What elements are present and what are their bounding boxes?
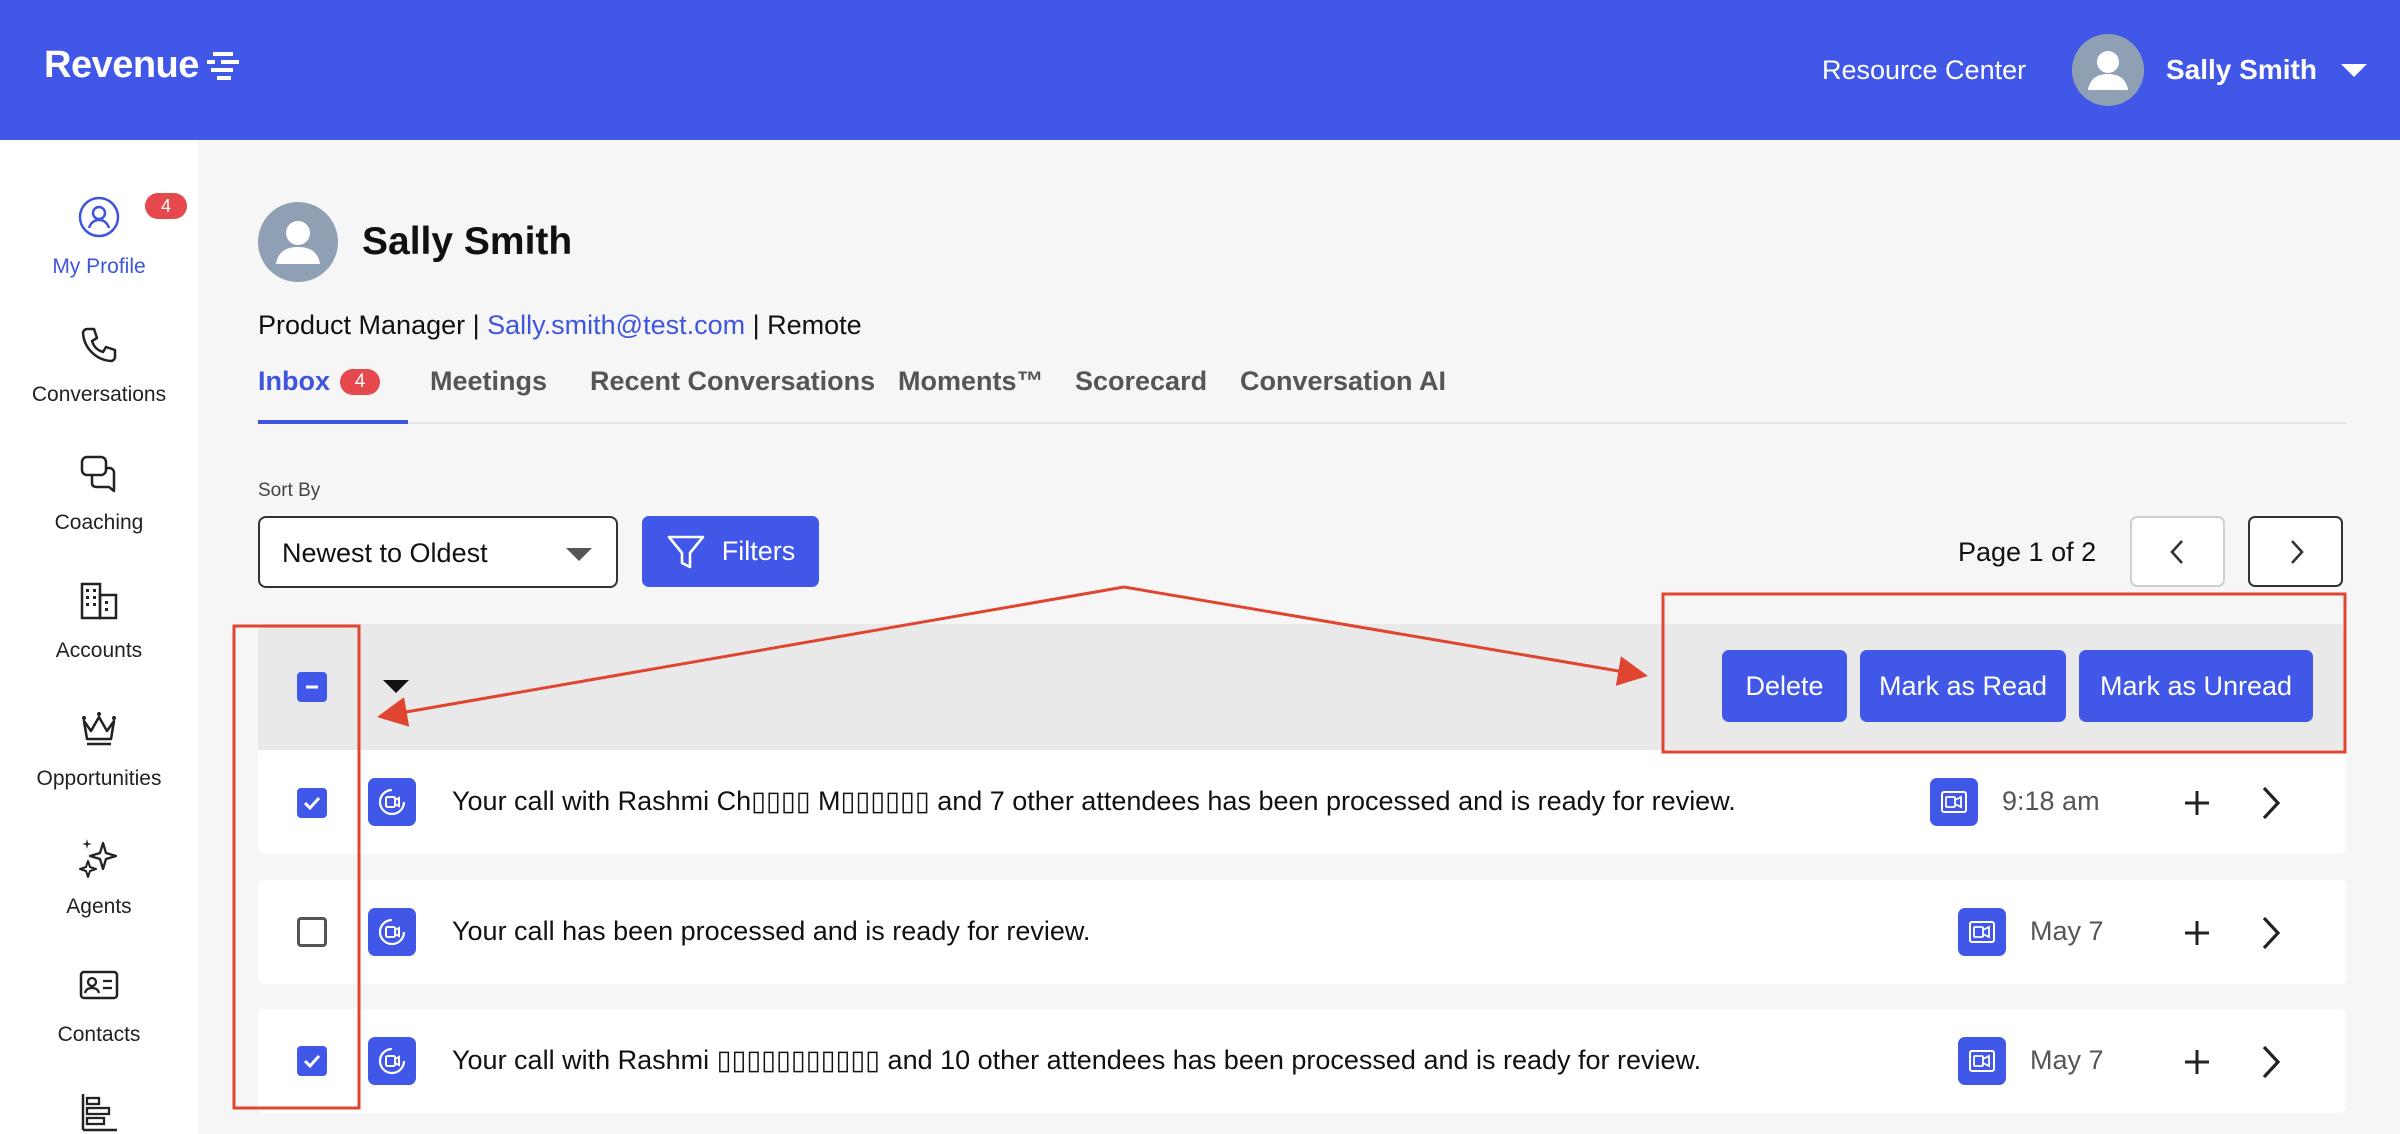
sidebar-item-label: Contacts bbox=[57, 1023, 141, 1046]
tab-bar: Inbox 4 Meetings Recent Conversations Mom… bbox=[258, 360, 2346, 424]
user-menu[interactable]: Sally Smith bbox=[2072, 34, 2367, 106]
row-timestamp: May 7 bbox=[2030, 916, 2104, 946]
call-recording-icon bbox=[368, 778, 416, 826]
profile-meta: Product Manager | Sally.smith@test.com |… bbox=[258, 310, 862, 341]
bar-chart-icon bbox=[81, 1094, 117, 1132]
checkmark-icon bbox=[303, 796, 321, 811]
chevron-down-icon bbox=[2340, 63, 2367, 77]
row-timestamp: May 7 bbox=[2030, 1045, 2104, 1075]
sidebar-item-label: Agents bbox=[66, 895, 132, 918]
checkmark-icon bbox=[303, 1054, 321, 1069]
sidebar-item-opportunities[interactable]: Opportunities bbox=[0, 707, 198, 791]
row-message[interactable]: Your call with Rashmi ▯▯▯▯▯▯▯▯▯▯▯ and 10… bbox=[452, 1045, 1701, 1076]
sort-label: Sort By bbox=[258, 480, 321, 501]
sidebar-item-label: Conversations bbox=[31, 383, 167, 406]
sidebar-item-coaching[interactable]: Coaching bbox=[0, 451, 198, 535]
user-name: Sally Smith bbox=[2166, 54, 2317, 85]
app-logo[interactable]: Revenue bbox=[44, 44, 241, 87]
profile-email-link[interactable]: Sally.smith@test.com bbox=[487, 310, 745, 340]
sidebar-item-contacts[interactable]: Contacts bbox=[0, 963, 198, 1047]
sort-select[interactable]: Newest to Oldest bbox=[258, 516, 618, 588]
active-tab-indicator bbox=[258, 420, 408, 424]
call-recording-icon bbox=[368, 908, 416, 956]
user-silhouette-icon bbox=[2088, 51, 2128, 90]
profile-title: Product Manager bbox=[258, 310, 466, 340]
plus-icon[interactable] bbox=[2182, 918, 2212, 948]
tab-recent-conversations[interactable]: Recent Conversations bbox=[590, 366, 875, 397]
logo-mark-icon bbox=[206, 51, 239, 80]
top-bar: Revenue Resource Center Sally Smith bbox=[0, 0, 2400, 140]
filters-button[interactable]: Filters bbox=[642, 516, 819, 587]
profile-name: Sally Smith bbox=[362, 220, 573, 263]
building-icon bbox=[80, 582, 118, 620]
select-all-checkbox[interactable] bbox=[297, 672, 327, 702]
phone-icon bbox=[81, 327, 117, 363]
separator: | bbox=[465, 310, 488, 340]
tab-label: Inbox bbox=[258, 366, 330, 396]
profile-location: Remote bbox=[767, 310, 862, 340]
sidebar-item-agents[interactable]: Agents bbox=[0, 835, 198, 919]
row-timestamp: 9:18 am bbox=[2002, 786, 2100, 816]
page-indicator: Page 1 of 2 bbox=[1958, 537, 2097, 567]
sidebar-item-label: My Profile bbox=[52, 255, 146, 278]
contact-card-icon bbox=[79, 970, 119, 1000]
separator: | bbox=[745, 310, 768, 340]
sidebar-item-analytics[interactable] bbox=[0, 1090, 198, 1134]
video-icon bbox=[1958, 908, 2006, 956]
sidebar-item-accounts[interactable]: Accounts bbox=[0, 579, 198, 663]
chevron-right-icon[interactable] bbox=[2258, 914, 2284, 952]
row-checkbox[interactable] bbox=[297, 917, 327, 947]
plus-icon[interactable] bbox=[2182, 1047, 2212, 1077]
video-icon bbox=[1958, 1037, 2006, 1085]
tab-conversation-ai[interactable]: Conversation AI bbox=[1240, 366, 1446, 397]
chevron-left-icon bbox=[2169, 539, 2183, 564]
user-silhouette-icon bbox=[276, 221, 320, 264]
user-circle-icon bbox=[78, 196, 120, 238]
next-page-button[interactable] bbox=[2248, 516, 2343, 587]
inbox-count-badge: 4 bbox=[340, 369, 380, 395]
filter-funnel-icon bbox=[667, 535, 705, 568]
notification-badge: 4 bbox=[145, 193, 187, 219]
chat-bubbles-icon bbox=[80, 455, 116, 493]
sidebar-item-conversations[interactable]: Conversations bbox=[0, 323, 198, 407]
previous-page-button[interactable] bbox=[2130, 516, 2225, 587]
tab-scorecard[interactable]: Scorecard bbox=[1075, 366, 1207, 397]
filters-label: Filters bbox=[721, 536, 796, 566]
video-icon bbox=[1930, 778, 1978, 826]
tab-moments[interactable]: Moments™ bbox=[898, 366, 1044, 397]
row-message[interactable]: Your call has been processed and is read… bbox=[452, 916, 1090, 947]
sidebar: My Profile 4 Conversations Coaching Acco… bbox=[0, 140, 198, 1134]
plus-icon[interactable] bbox=[2182, 788, 2212, 818]
row-checkbox[interactable] bbox=[297, 788, 327, 818]
sort-value: Newest to Oldest bbox=[282, 538, 488, 568]
mark-as-unread-button[interactable]: Mark as Unread bbox=[2079, 650, 2313, 722]
tab-meetings[interactable]: Meetings bbox=[430, 366, 547, 397]
row-message[interactable]: Your call with Rashmi Ch▯▯▯▯ M▯▯▯▯▯▯ and… bbox=[452, 786, 1736, 817]
logo-text: Revenue bbox=[44, 44, 199, 86]
resource-center-link[interactable]: Resource Center bbox=[1822, 55, 2026, 86]
select-options-dropdown[interactable] bbox=[383, 680, 409, 693]
crown-icon bbox=[82, 712, 116, 746]
sidebar-item-label: Opportunities bbox=[36, 767, 162, 790]
chevron-right-icon bbox=[2290, 539, 2304, 564]
row-checkbox[interactable] bbox=[297, 1046, 327, 1076]
chevron-right-icon[interactable] bbox=[2258, 1043, 2284, 1081]
mark-as-read-button[interactable]: Mark as Read bbox=[1860, 650, 2066, 722]
sidebar-item-label: Accounts bbox=[55, 639, 143, 662]
sparkles-icon bbox=[79, 839, 118, 878]
minus-icon bbox=[306, 685, 318, 689]
profile-avatar bbox=[258, 202, 338, 282]
sidebar-item-label: Coaching bbox=[54, 511, 144, 534]
tab-inbox[interactable]: Inbox 4 bbox=[258, 366, 380, 397]
avatar bbox=[2072, 34, 2144, 106]
chevron-down-icon bbox=[566, 548, 592, 561]
delete-button[interactable]: Delete bbox=[1722, 650, 1847, 722]
call-recording-icon bbox=[368, 1037, 416, 1085]
chevron-right-icon[interactable] bbox=[2258, 784, 2284, 822]
